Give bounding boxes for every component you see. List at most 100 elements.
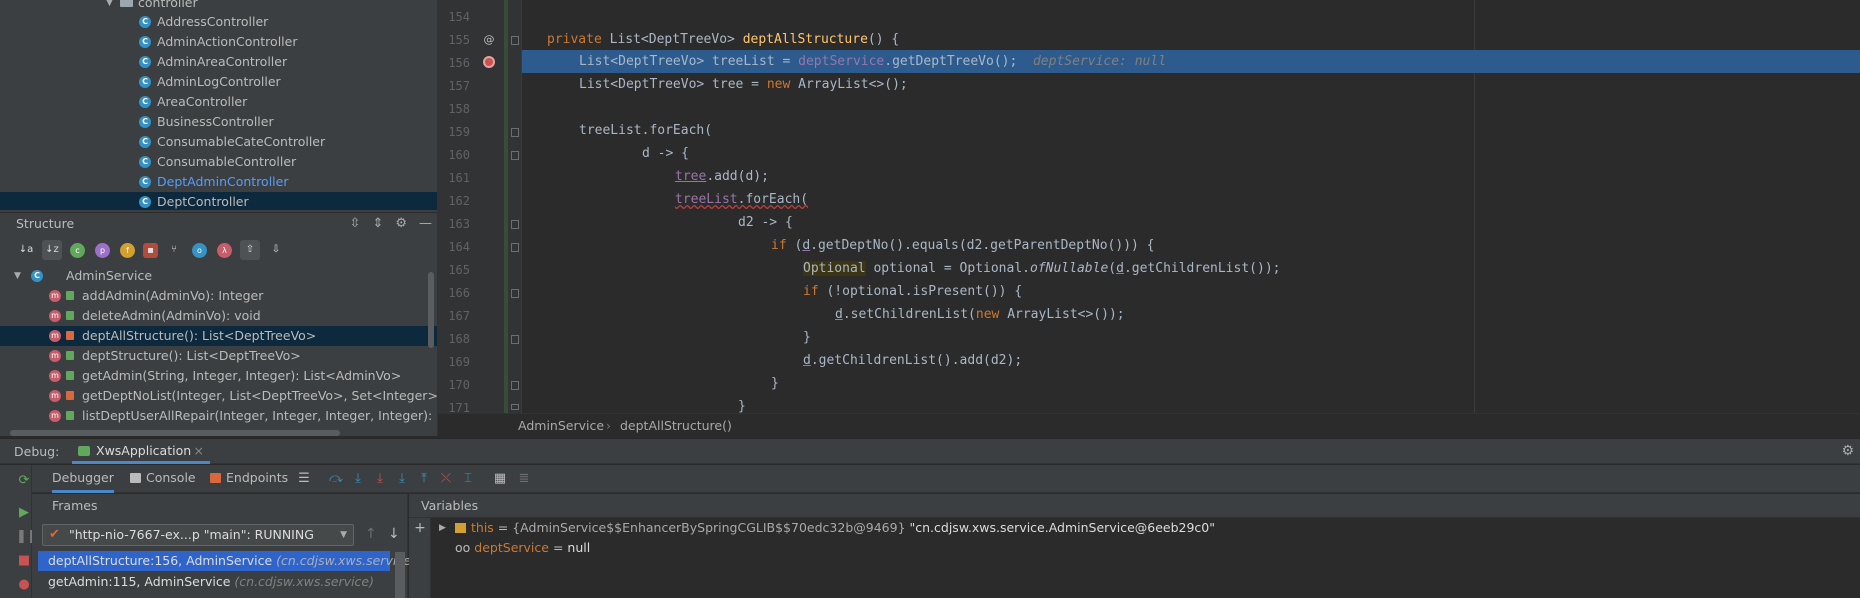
code-line-161[interactable]: tree.add(d); xyxy=(522,165,1860,188)
show-inherited-icon[interactable]: c xyxy=(70,242,85,258)
override-marker-icon[interactable]: @ xyxy=(482,33,496,47)
code-line-170[interactable]: } xyxy=(522,372,1860,395)
tree-item-label: AdminActionController xyxy=(157,34,298,49)
pause-icon[interactable]: ❚❚ xyxy=(16,529,38,545)
fold-marker-icon[interactable] xyxy=(511,128,519,137)
fold-marker-icon[interactable] xyxy=(511,36,519,45)
sort-by-visibility-icon[interactable]: ↓a xyxy=(16,240,36,260)
structure-member[interactable]: m addAdmin(AdminVo): Integer xyxy=(0,286,437,306)
tree-item[interactable]: C AddressController xyxy=(0,12,437,32)
step-over-icon[interactable]: ⤓ xyxy=(350,471,366,487)
code-line-164[interactable]: if (d.getDeptNo().equals(d2.getParentDep… xyxy=(522,234,1860,257)
vertical-scrollbar[interactable] xyxy=(395,552,405,598)
sort-alphabetically-icon[interactable]: ↓z xyxy=(42,240,62,260)
structure-member[interactable]: m deleteAdmin(AdminVo): void xyxy=(0,306,437,326)
tree-item[interactable]: C DeptAdminController xyxy=(0,172,437,192)
vertical-scrollbar[interactable] xyxy=(428,272,434,348)
code-line-162[interactable]: treeList.forEach( xyxy=(522,188,1860,211)
show-anonymous-icon[interactable]: o xyxy=(192,242,207,258)
step-into-icon[interactable]: ⤓ xyxy=(372,471,388,487)
tree-item[interactable]: C BusinessController xyxy=(0,112,437,132)
code-text: d2 -> { xyxy=(738,215,793,230)
show-non-public-icon[interactable]: ▪ xyxy=(143,242,158,258)
expand-all-icon[interactable]: ⇳ xyxy=(350,213,361,235)
fold-gutter[interactable] xyxy=(508,0,522,413)
structure-class-row[interactable]: ▼ C AdminService xyxy=(0,266,437,286)
run-to-cursor-icon[interactable]: ⌶ xyxy=(460,471,476,487)
code-line-159[interactable]: treeList.forEach( xyxy=(522,119,1860,142)
tab-console[interactable]: Console xyxy=(130,465,196,493)
code-line-160[interactable]: d -> { xyxy=(522,142,1860,165)
code-line-156-current[interactable]: List<DeptTreeVo> treeList = deptService.… xyxy=(522,50,1860,73)
structure-member[interactable]: m getDeptNoList(Integer, List<DeptTreeVo>… xyxy=(0,386,437,406)
tree-item[interactable]: C ConsumableController xyxy=(0,152,437,172)
drop-frame-icon[interactable]: ⤬ xyxy=(438,471,454,487)
tab-debugger[interactable]: Debugger xyxy=(52,465,114,493)
gear-icon[interactable]: ⚙ xyxy=(1841,443,1854,459)
show-hierarchy-icon[interactable]: ⑂ xyxy=(164,240,184,260)
tab-endpoints[interactable]: Endpoints xyxy=(210,465,288,493)
structure-member[interactable]: m deptStructure(): List<DeptTreeVo> xyxy=(0,346,437,366)
plus-icon[interactable]: + xyxy=(413,520,427,536)
public-icon xyxy=(66,351,74,360)
code-line-171[interactable]: } xyxy=(522,395,1860,413)
show-fields-icon[interactable]: f xyxy=(120,242,135,258)
autoscroll-from-source-icon[interactable]: ⇩ xyxy=(266,240,286,260)
structure-member[interactable]: m getAdmin(String, Integer, Integer): Lis… xyxy=(0,366,437,386)
structure-member[interactable]: m listDeptUserAllRepair(Integer, Integer,… xyxy=(0,406,437,426)
variable-type: null xyxy=(567,540,591,555)
code-line-155[interactable]: private List<DeptTreeVo> deptAllStructur… xyxy=(522,28,1860,51)
public-icon xyxy=(66,371,74,380)
step-out-icon[interactable]: ⤒ xyxy=(416,471,432,487)
collapse-all-icon[interactable]: ⇕ xyxy=(372,213,383,235)
chevron-down-icon[interactable]: ▼ xyxy=(14,266,21,286)
tree-item[interactable]: C ConsumableCateController xyxy=(0,132,437,152)
view-breakpoints-icon[interactable]: ● xyxy=(16,577,32,593)
fold-marker-icon[interactable] xyxy=(511,335,519,344)
gear-icon[interactable]: ⚙ xyxy=(395,213,407,235)
code-line-167[interactable]: d.setChildrenList(new ArrayList<>()); xyxy=(522,303,1860,326)
frame-row[interactable]: getAdmin:115, AdminService (cn.cdjsw.xws… xyxy=(38,572,390,592)
code-line-166[interactable]: if (!optional.isPresent()) { xyxy=(522,280,1860,303)
thread-select[interactable]: ✔ "http-nio-7667-ex...p "main": RUNNING … xyxy=(42,524,354,546)
breakpoint-icon[interactable] xyxy=(482,56,496,70)
horizontal-scrollbar[interactable] xyxy=(10,430,340,436)
fold-marker-icon[interactable] xyxy=(511,151,519,160)
minimize-icon[interactable]: — xyxy=(419,213,432,235)
breadcrumb-method[interactable]: deptAllStructure() xyxy=(620,414,732,437)
force-step-into-icon[interactable]: ⤓ xyxy=(394,471,410,487)
frame-row-selected[interactable]: deptAllStructure:156, AdminService (cn.c… xyxy=(38,551,416,571)
tree-item[interactable]: C AdminLogController xyxy=(0,72,437,92)
tree-item[interactable]: C AreaController xyxy=(0,92,437,112)
show-execution-point-icon[interactable]: ⤼ xyxy=(328,471,344,487)
close-icon[interactable]: × xyxy=(194,443,204,458)
resume-icon[interactable]: ▶ xyxy=(16,505,32,521)
code-line-169[interactable]: d.getChildrenList().add(d2); xyxy=(522,349,1860,372)
fold-marker-icon[interactable] xyxy=(511,220,519,229)
fold-marker-icon[interactable] xyxy=(511,381,519,390)
code-line-165[interactable]: Optional optional = Optional.ofNullable(… xyxy=(522,257,1860,280)
structure-member-selected[interactable]: m deptAllStructure(): List<DeptTreeVo> xyxy=(0,326,437,346)
fold-marker-icon[interactable] xyxy=(511,404,519,410)
show-lambdas-icon[interactable]: λ xyxy=(217,242,232,258)
stop-icon[interactable]: ■ xyxy=(16,553,32,569)
fold-marker-icon[interactable] xyxy=(511,243,519,252)
code-line-157[interactable]: List<DeptTreeVo> tree = new ArrayList<>(… xyxy=(522,73,1860,96)
menu-icon[interactable]: ☰ xyxy=(296,471,312,487)
evaluate-expression-icon[interactable]: ▦ xyxy=(492,471,508,487)
debug-config-tab[interactable]: XwsApplication × xyxy=(72,439,210,464)
rerun-icon[interactable]: ⟳ xyxy=(16,473,32,489)
chevron-right-icon[interactable]: ▶ xyxy=(439,518,446,538)
tree-item[interactable]: C AdminAreaController xyxy=(0,52,437,72)
breadcrumb-class[interactable]: AdminService xyxy=(518,414,604,437)
tree-item[interactable]: C AdminActionController xyxy=(0,32,437,52)
tree-item-selected[interactable]: C DeptController xyxy=(0,192,437,210)
arrow-up-icon[interactable]: ↑ xyxy=(365,526,377,542)
arrow-down-icon[interactable]: ↓ xyxy=(388,526,400,542)
code-line-168[interactable]: } xyxy=(522,326,1860,349)
fold-marker-icon[interactable] xyxy=(511,289,519,298)
code-line-163[interactable]: d2 -> { xyxy=(522,211,1860,234)
autoscroll-to-source-icon[interactable]: ⇧ xyxy=(240,240,260,260)
show-properties-icon[interactable]: p xyxy=(95,242,110,258)
trace-icon[interactable]: ≣ xyxy=(516,471,532,487)
